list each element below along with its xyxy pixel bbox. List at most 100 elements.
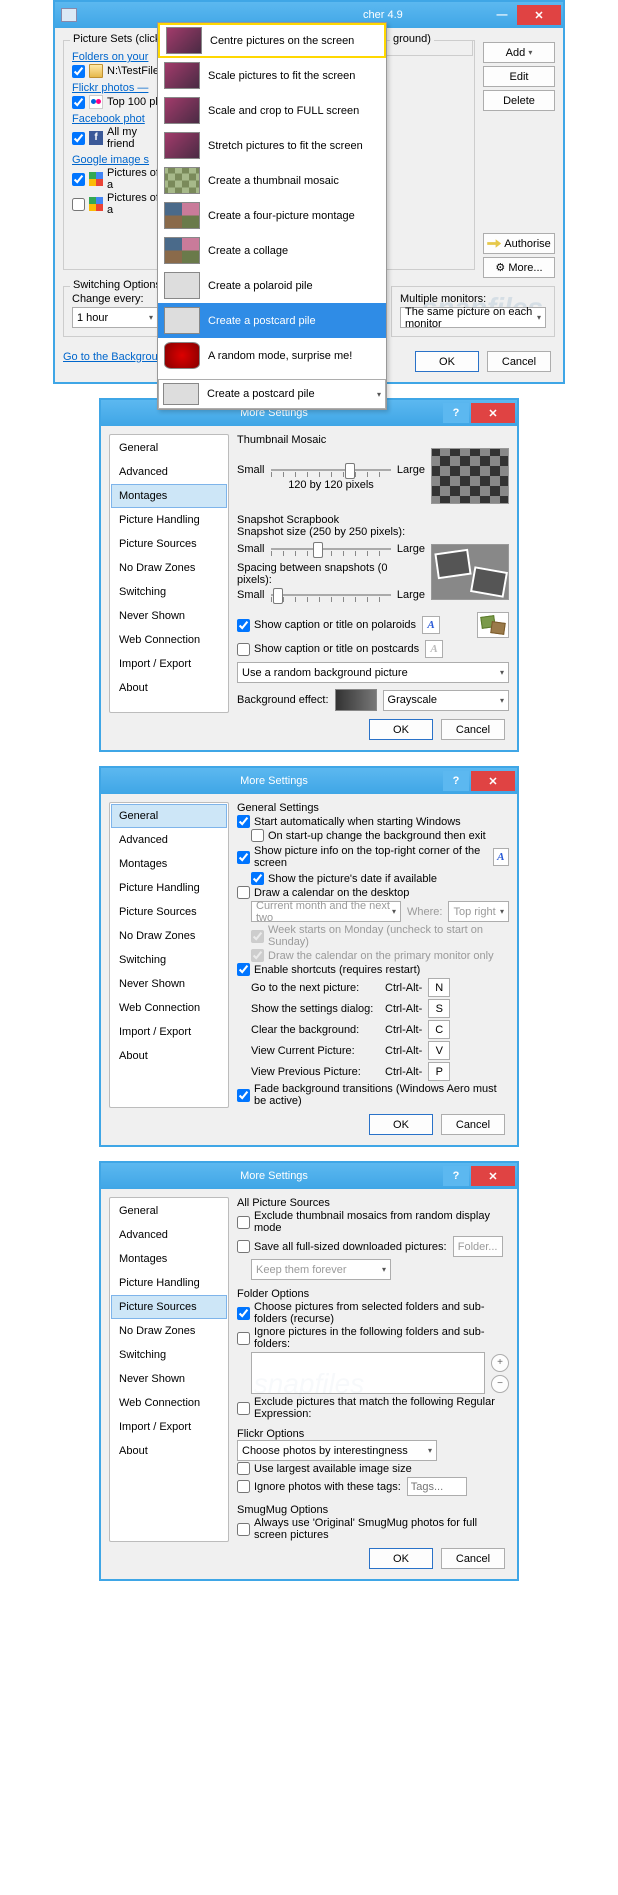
- add-button[interactable]: Add ▾: [483, 42, 555, 63]
- nav-about[interactable]: About: [111, 1439, 227, 1463]
- ignore-folders-check[interactable]: Ignore pictures in the following folders…: [237, 1326, 509, 1350]
- close-button[interactable]: ✕: [517, 5, 561, 25]
- nav-advanced[interactable]: Advanced: [111, 1223, 227, 1247]
- ok-button[interactable]: OK: [415, 351, 479, 372]
- facebook-link[interactable]: Facebook phot: [72, 113, 164, 125]
- mode-centre[interactable]: Centre pictures on the screen: [158, 23, 386, 58]
- edit-button[interactable]: Edit: [483, 66, 555, 87]
- shortcut-settings-input[interactable]: [428, 999, 450, 1018]
- nav-web-conn[interactable]: Web Connection: [111, 628, 227, 652]
- nav-general[interactable]: General: [111, 436, 227, 460]
- ok-button[interactable]: OK: [369, 719, 433, 740]
- add-folder-button[interactable]: +: [491, 1354, 509, 1372]
- nav-pic-sources[interactable]: Picture Sources: [111, 532, 227, 556]
- show-info-check[interactable]: Show picture info on the top-right corne…: [237, 845, 487, 869]
- more-button[interactable]: ⚙ More...: [483, 257, 555, 278]
- nav-pic-sources[interactable]: Picture Sources: [111, 1295, 227, 1319]
- nav-pic-handling[interactable]: Picture Handling: [111, 876, 227, 900]
- nav-montages[interactable]: Montages: [111, 852, 227, 876]
- mode-collage[interactable]: Create a collage: [158, 233, 386, 268]
- nav-import-export[interactable]: Import / Export: [111, 652, 227, 676]
- minimize-button[interactable]: —: [489, 5, 515, 25]
- folders-link[interactable]: Folders on your: [72, 51, 164, 63]
- nav-no-draw[interactable]: No Draw Zones: [111, 924, 227, 948]
- google-item-2[interactable]: Pictures of a: [72, 192, 164, 216]
- flickr-link[interactable]: Flickr photos —: [72, 82, 164, 94]
- nav-general[interactable]: General: [111, 1199, 227, 1223]
- random-bg-select[interactable]: Use a random background picture▾: [237, 662, 509, 683]
- google-link[interactable]: Google image s: [72, 154, 164, 166]
- shortcut-clear-input[interactable]: [428, 1020, 450, 1039]
- smugmug-original-check[interactable]: Always use 'Original' SmugMug photos for…: [237, 1517, 509, 1541]
- cancel-button[interactable]: Cancel: [487, 351, 551, 372]
- recurse-check[interactable]: Choose pictures from selected folders an…: [237, 1301, 509, 1325]
- mode-stretch[interactable]: Stretch pictures to fit the screen: [158, 128, 386, 163]
- delete-button[interactable]: Delete: [483, 90, 555, 111]
- mosaic-size-slider[interactable]: SmallLarge: [237, 461, 425, 479]
- nav-import-export[interactable]: Import / Export: [111, 1020, 227, 1044]
- draw-calendar-check[interactable]: Draw a calendar on the desktop: [237, 886, 509, 899]
- mode-scale-fit[interactable]: Scale pictures to fit the screen: [158, 58, 386, 93]
- nav-montages[interactable]: Montages: [111, 1247, 227, 1271]
- nav-never-shown[interactable]: Never Shown: [111, 972, 227, 996]
- font-button[interactable]: A: [493, 848, 509, 866]
- nav-pic-handling[interactable]: Picture Handling: [111, 508, 227, 532]
- show-date-check[interactable]: Show the picture's date if available: [251, 872, 509, 885]
- nav-pic-handling[interactable]: Picture Handling: [111, 1271, 227, 1295]
- nav-montages[interactable]: Montages: [111, 484, 227, 508]
- exclude-mosaic-check[interactable]: Exclude thumbnail mosaics from random di…: [237, 1210, 509, 1234]
- save-full-check[interactable]: Save all full-sized downloaded pictures:: [237, 1240, 447, 1253]
- google-item-1[interactable]: Pictures of a: [72, 167, 164, 191]
- shortcut-view-input[interactable]: [428, 1041, 450, 1060]
- nav-about[interactable]: About: [111, 676, 227, 700]
- ok-button[interactable]: OK: [369, 1114, 433, 1135]
- start-exit-check[interactable]: On start-up change the background then e…: [251, 829, 509, 842]
- help-button[interactable]: ?: [443, 771, 469, 791]
- stack-preview-button[interactable]: [477, 612, 509, 638]
- folder-item[interactable]: N:\TestFiles: [72, 64, 164, 78]
- close-button[interactable]: ✕: [471, 1166, 515, 1186]
- mode-current[interactable]: Create a postcard pile▾: [158, 379, 386, 409]
- ok-button[interactable]: OK: [369, 1548, 433, 1569]
- nav-advanced[interactable]: Advanced: [111, 828, 227, 852]
- help-button[interactable]: ?: [443, 1166, 469, 1186]
- nav-general[interactable]: General: [111, 804, 227, 828]
- remove-folder-button[interactable]: −: [491, 1375, 509, 1393]
- caption-postcards-check[interactable]: Show caption or title on postcards: [237, 643, 419, 656]
- nav-no-draw[interactable]: No Draw Zones: [111, 556, 227, 580]
- bg-effect-select[interactable]: Grayscale▾: [383, 690, 509, 711]
- nav-pic-sources[interactable]: Picture Sources: [111, 900, 227, 924]
- caption-polaroids-check[interactable]: Show caption or title on polaroids: [237, 619, 416, 632]
- cancel-button[interactable]: Cancel: [441, 1114, 505, 1135]
- nav-switching[interactable]: Switching: [111, 1343, 227, 1367]
- nav-switching[interactable]: Switching: [111, 580, 227, 604]
- fade-check[interactable]: Fade background transitions (Windows Aer…: [237, 1083, 509, 1107]
- interval-select[interactable]: 1 hour▾: [72, 307, 158, 328]
- ignore-tags-check[interactable]: Ignore photos with these tags:: [237, 1480, 401, 1493]
- mode-mosaic[interactable]: Create a thumbnail mosaic: [158, 163, 386, 198]
- mode-random[interactable]: A random mode, surprise me!: [158, 338, 386, 373]
- spacing-slider[interactable]: SmallLarge: [237, 586, 425, 604]
- nav-never-shown[interactable]: Never Shown: [111, 1367, 227, 1391]
- enable-shortcuts-check[interactable]: Enable shortcuts (requires restart): [237, 963, 509, 976]
- close-button[interactable]: ✕: [471, 771, 515, 791]
- mode-scale-crop[interactable]: Scale and crop to FULL screen: [158, 93, 386, 128]
- close-button[interactable]: ✕: [471, 403, 515, 423]
- flickr-sort-select[interactable]: Choose photos by interestingness▾: [237, 1440, 437, 1461]
- flickr-item[interactable]: Top 100 ph: [72, 95, 164, 109]
- authorise-button[interactable]: Authorise: [483, 233, 555, 254]
- nav-about[interactable]: About: [111, 1044, 227, 1068]
- font-button[interactable]: A: [422, 616, 440, 634]
- snapshot-size-slider[interactable]: SmallLarge: [237, 540, 425, 558]
- nav-web-conn[interactable]: Web Connection: [111, 1391, 227, 1415]
- start-auto-check[interactable]: Start automatically when starting Window…: [237, 815, 509, 828]
- mode-four-montage[interactable]: Create a four-picture montage: [158, 198, 386, 233]
- nav-web-conn[interactable]: Web Connection: [111, 996, 227, 1020]
- nav-import-export[interactable]: Import / Export: [111, 1415, 227, 1439]
- cancel-button[interactable]: Cancel: [441, 719, 505, 740]
- use-largest-check[interactable]: Use largest available image size: [237, 1462, 509, 1475]
- nav-no-draw[interactable]: No Draw Zones: [111, 1319, 227, 1343]
- shortcut-prev-input[interactable]: [428, 1062, 450, 1081]
- cancel-button[interactable]: Cancel: [441, 1548, 505, 1569]
- monitors-select[interactable]: The same picture on each monitor▾: [400, 307, 546, 328]
